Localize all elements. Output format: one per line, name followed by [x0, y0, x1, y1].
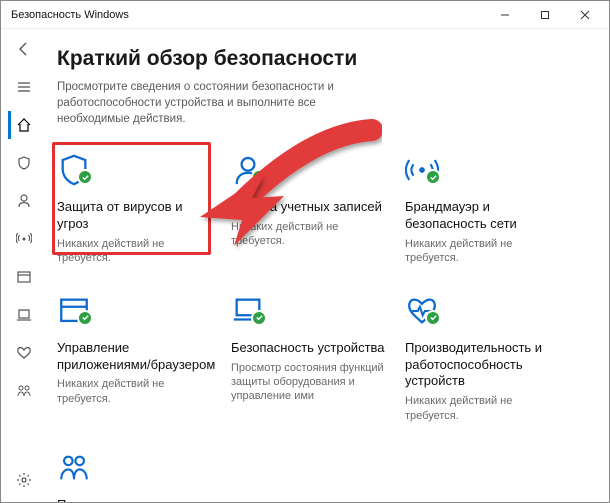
tile-title: Параметры для семьи [57, 497, 217, 502]
nav-family[interactable] [8, 377, 36, 405]
nav-appbrowser[interactable] [8, 263, 36, 291]
hamburger-icon[interactable] [8, 73, 36, 101]
person-icon [231, 153, 271, 187]
tile-subtitle: Просмотр состояния функций защиты оборуд… [231, 361, 391, 404]
tile-subtitle: Никаких действий не требуется. [231, 220, 391, 249]
tile-title: Защита от вирусов и угроз [57, 199, 217, 233]
laptop-icon [231, 294, 271, 328]
tile-subtitle: Никаких действий не требуется. [405, 394, 565, 423]
broadcast-icon [405, 153, 445, 187]
shield-icon [57, 153, 97, 187]
nav-health[interactable] [8, 339, 36, 367]
tile-performance[interactable]: Производительность и работоспособность у… [405, 294, 565, 423]
nav-account[interactable] [8, 187, 36, 215]
status-ok-badge [251, 310, 267, 326]
tile-title: Защита учетных записей [231, 199, 391, 216]
tile-subtitle: Никаких действий не требуется. [405, 237, 565, 266]
titlebar: Безопасность Windows [1, 1, 609, 29]
heart-pulse-icon [405, 294, 445, 328]
sidebar [1, 29, 43, 502]
nav-home[interactable] [8, 111, 36, 139]
close-button[interactable] [565, 1, 605, 29]
tile-title: Управление приложениями/браузером [57, 340, 217, 374]
tile-virus-protection[interactable]: Защита от вирусов и угроз Никаких действ… [57, 153, 217, 265]
page-subtitle: Просмотрите сведения о состоянии безопас… [57, 79, 357, 127]
tile-subtitle: Никаких действий не требуется. [57, 377, 217, 406]
page-title: Краткий обзор безопасности [57, 47, 589, 71]
tile-app-browser[interactable]: Управление приложениями/браузером Никаки… [57, 294, 217, 423]
tile-title: Безопасность устройства [231, 340, 391, 357]
back-button[interactable] [8, 35, 36, 63]
window-icon [57, 294, 97, 328]
status-ok-badge [425, 310, 441, 326]
tile-title: Брандмауэр и безопасность сети [405, 199, 565, 233]
tile-title: Производительность и работоспособность у… [405, 340, 565, 391]
nav-settings[interactable] [8, 466, 36, 494]
window-title: Безопасность Windows [11, 9, 129, 21]
status-ok-badge [77, 310, 93, 326]
nav-virus[interactable] [8, 149, 36, 177]
tile-device-security[interactable]: Безопасность устройства Просмотр состоян… [231, 294, 391, 423]
family-icon [57, 451, 97, 485]
nav-device[interactable] [8, 301, 36, 329]
tile-account-protection[interactable]: Защита учетных записей Никаких действий … [231, 153, 391, 265]
tile-firewall[interactable]: Брандмауэр и безопасность сети Никаких д… [405, 153, 565, 265]
nav-firewall[interactable] [8, 225, 36, 253]
tile-subtitle: Никаких действий не требуется. [57, 237, 217, 266]
tile-family[interactable]: Параметры для семьи Определяйте возможно… [57, 451, 217, 502]
minimize-button[interactable] [485, 1, 525, 29]
main-content: Краткий обзор безопасности Просмотрите с… [43, 29, 609, 502]
maximize-button[interactable] [525, 1, 565, 29]
